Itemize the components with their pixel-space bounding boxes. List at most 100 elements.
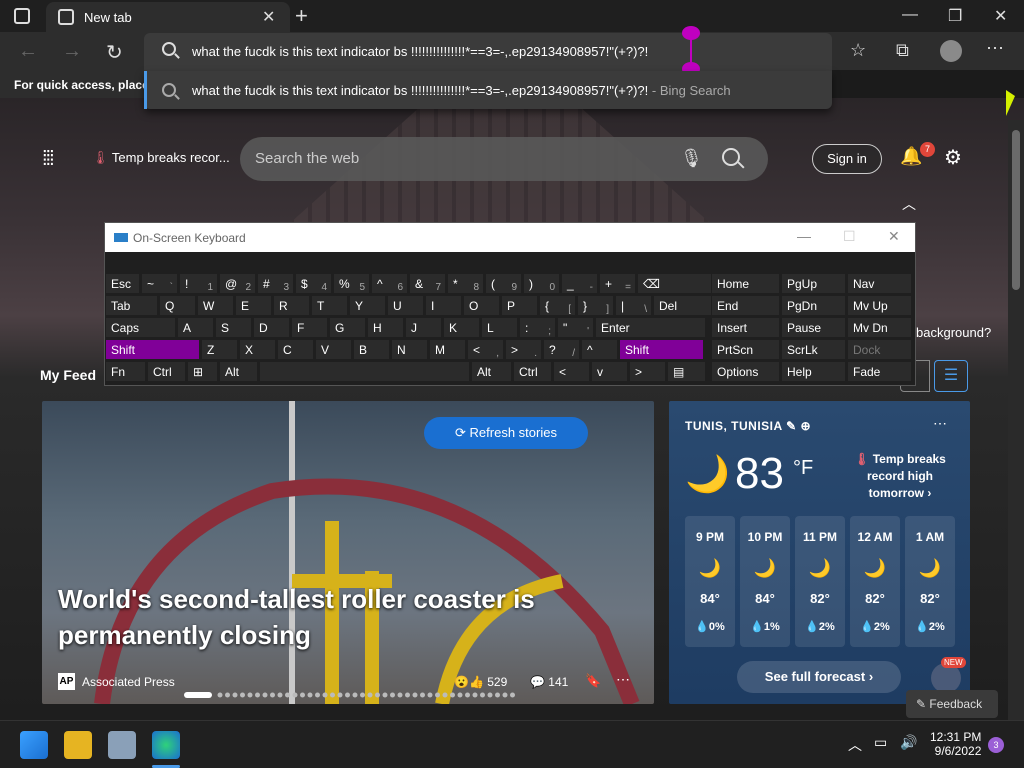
- carousel-dot[interactable]: [442, 692, 448, 698]
- osk-key[interactable]: % 5: [333, 273, 370, 294]
- carousel-dot[interactable]: [352, 692, 358, 698]
- osk-key[interactable]: v: [591, 361, 628, 382]
- osk-key[interactable]: }]: [577, 295, 614, 316]
- hour-tile[interactable]: 11 PM 🌙 82° 💧2%: [795, 516, 845, 647]
- carousel-dot[interactable]: [405, 692, 410, 698]
- osk-key[interactable]: PrtScn: [711, 339, 780, 360]
- suggestion-text[interactable]: what the fucdk is this text indicator bs…: [192, 83, 731, 98]
- back-icon[interactable]: ←: [18, 40, 38, 63]
- osk-key[interactable]: {[: [539, 295, 576, 316]
- osk-key[interactable]: ▤: [667, 361, 706, 382]
- osk-key[interactable]: B: [353, 339, 390, 360]
- carousel-dot[interactable]: [277, 692, 283, 698]
- osk-key[interactable]: Alt: [471, 361, 512, 382]
- file-explorer-icon[interactable]: [64, 731, 92, 759]
- on-screen-keyboard-app-icon[interactable]: [108, 731, 136, 759]
- osk-key[interactable]: Dock: [847, 339, 912, 360]
- carousel-dot[interactable]: [382, 692, 388, 698]
- osk-key[interactable]: W: [197, 295, 234, 316]
- my-feed-tab[interactable]: My Feed: [40, 367, 96, 383]
- carousel-dot[interactable]: [435, 692, 440, 698]
- feedback-button[interactable]: ✎ Feedback: [906, 690, 998, 718]
- osk-key[interactable]: $4: [295, 273, 332, 294]
- osk-key[interactable]: V: [315, 339, 352, 360]
- osk-key[interactable]: Ctrl: [513, 361, 552, 382]
- carousel-dot[interactable]: [217, 692, 223, 698]
- carousel-dot[interactable]: [247, 692, 253, 698]
- favorites-icon[interactable]: ☆: [850, 40, 866, 61]
- story-headline[interactable]: World's second-tallest roller coaster is…: [58, 581, 618, 653]
- osk-key[interactable]: U: [387, 295, 424, 316]
- osk-key[interactable]: ⊞: [187, 361, 218, 382]
- edge-icon[interactable]: [152, 731, 180, 759]
- osk-title-bar[interactable]: On-Screen Keyboard — ☐ ✕: [105, 223, 915, 252]
- refresh-icon[interactable]: ↻: [106, 40, 123, 65]
- osk-key[interactable]: Pause: [781, 317, 846, 338]
- search-icon[interactable]: [722, 148, 740, 166]
- osk-key[interactable]: #3: [257, 273, 294, 294]
- osk-key[interactable]: Home: [711, 273, 780, 294]
- osk-key[interactable]: Mv Dn: [847, 317, 912, 338]
- osk-key[interactable]: ? /: [543, 339, 580, 360]
- new-tab-icon[interactable]: +: [295, 3, 308, 29]
- comments[interactable]: 💬 141: [530, 675, 568, 689]
- carousel-dot[interactable]: [315, 692, 320, 698]
- osk-key[interactable]: F: [291, 317, 328, 338]
- osk-key[interactable]: A: [177, 317, 214, 338]
- tab-new-tab[interactable]: New tab ✕: [46, 2, 290, 32]
- osk-key[interactable]: Fn: [105, 361, 146, 382]
- carousel-dot[interactable]: [487, 692, 493, 698]
- osk-key[interactable]: (9: [485, 273, 522, 294]
- carousel-dot[interactable]: [225, 692, 230, 698]
- osk-key[interactable]: " ': [557, 317, 594, 338]
- osk-key[interactable]: @2: [219, 273, 256, 294]
- reactions[interactable]: 😮👍 529: [454, 675, 507, 689]
- osk-key[interactable]: N: [391, 339, 428, 360]
- carousel-dot[interactable]: [285, 692, 290, 698]
- temperature-unit[interactable]: °F: [793, 457, 813, 480]
- hero-story-card[interactable]: ⟳ Refresh stories World's second-tallest…: [42, 401, 654, 704]
- apps-grid-icon[interactable]: ⁞⁞⁞: [42, 148, 55, 171]
- carousel-dot[interactable]: [360, 692, 365, 698]
- osk-key[interactable]: I: [425, 295, 462, 316]
- carousel-dot[interactable]: [232, 692, 238, 698]
- carousel-dot[interactable]: [397, 692, 403, 698]
- osk-key[interactable]: & 7: [409, 273, 446, 294]
- carousel-dot[interactable]: [412, 692, 418, 698]
- gear-icon[interactable]: ⚙: [944, 145, 962, 170]
- carousel-dot[interactable]: [270, 692, 275, 698]
- osk-key[interactable]: M: [429, 339, 466, 360]
- osk-key[interactable]: P: [501, 295, 538, 316]
- hour-tile[interactable]: 1 AM 🌙 82° 💧2%: [905, 516, 955, 647]
- osk-key[interactable]: Insert: [711, 317, 780, 338]
- tab-close-icon[interactable]: ✕: [262, 7, 275, 27]
- page-scrollbar[interactable]: [1008, 120, 1024, 720]
- carousel-dot[interactable]: [420, 692, 425, 698]
- osk-key[interactable]: D: [253, 317, 290, 338]
- osk-key[interactable]: C: [277, 339, 314, 360]
- suggestion-dropdown[interactable]: what the fucdk is this text indicator bs…: [144, 71, 832, 109]
- carousel-dot[interactable]: [292, 692, 298, 698]
- notification-count[interactable]: 3: [988, 737, 1004, 753]
- osk-key[interactable]: _ -: [561, 273, 598, 294]
- osk-key[interactable]: L: [481, 317, 518, 338]
- story-more-icon[interactable]: ⋯: [616, 671, 630, 688]
- weather-more-icon[interactable]: ⋯: [933, 415, 947, 432]
- osk-key[interactable]: Shift: [105, 339, 200, 360]
- carousel-dot[interactable]: [345, 692, 350, 698]
- osk-key[interactable]: End: [711, 295, 780, 316]
- osk-key[interactable]: * 8: [447, 273, 484, 294]
- carousel-dot[interactable]: [510, 692, 515, 698]
- osk-key[interactable]: + =: [599, 273, 636, 294]
- chevron-up-icon[interactable]: ︿: [848, 735, 862, 755]
- network-icon[interactable]: ▭: [874, 734, 887, 751]
- bookmark-icon[interactable]: 🔖: [585, 673, 601, 689]
- profile-avatar[interactable]: [940, 40, 962, 62]
- osk-key[interactable]: Caps: [105, 317, 176, 338]
- carousel-dots[interactable]: [174, 692, 524, 698]
- osk-key[interactable]: :;: [519, 317, 556, 338]
- forward-icon[interactable]: →: [62, 40, 82, 63]
- osk-key[interactable]: ScrLk: [781, 339, 846, 360]
- carousel-dot[interactable]: [307, 692, 313, 698]
- carousel-dot[interactable]: [375, 692, 380, 698]
